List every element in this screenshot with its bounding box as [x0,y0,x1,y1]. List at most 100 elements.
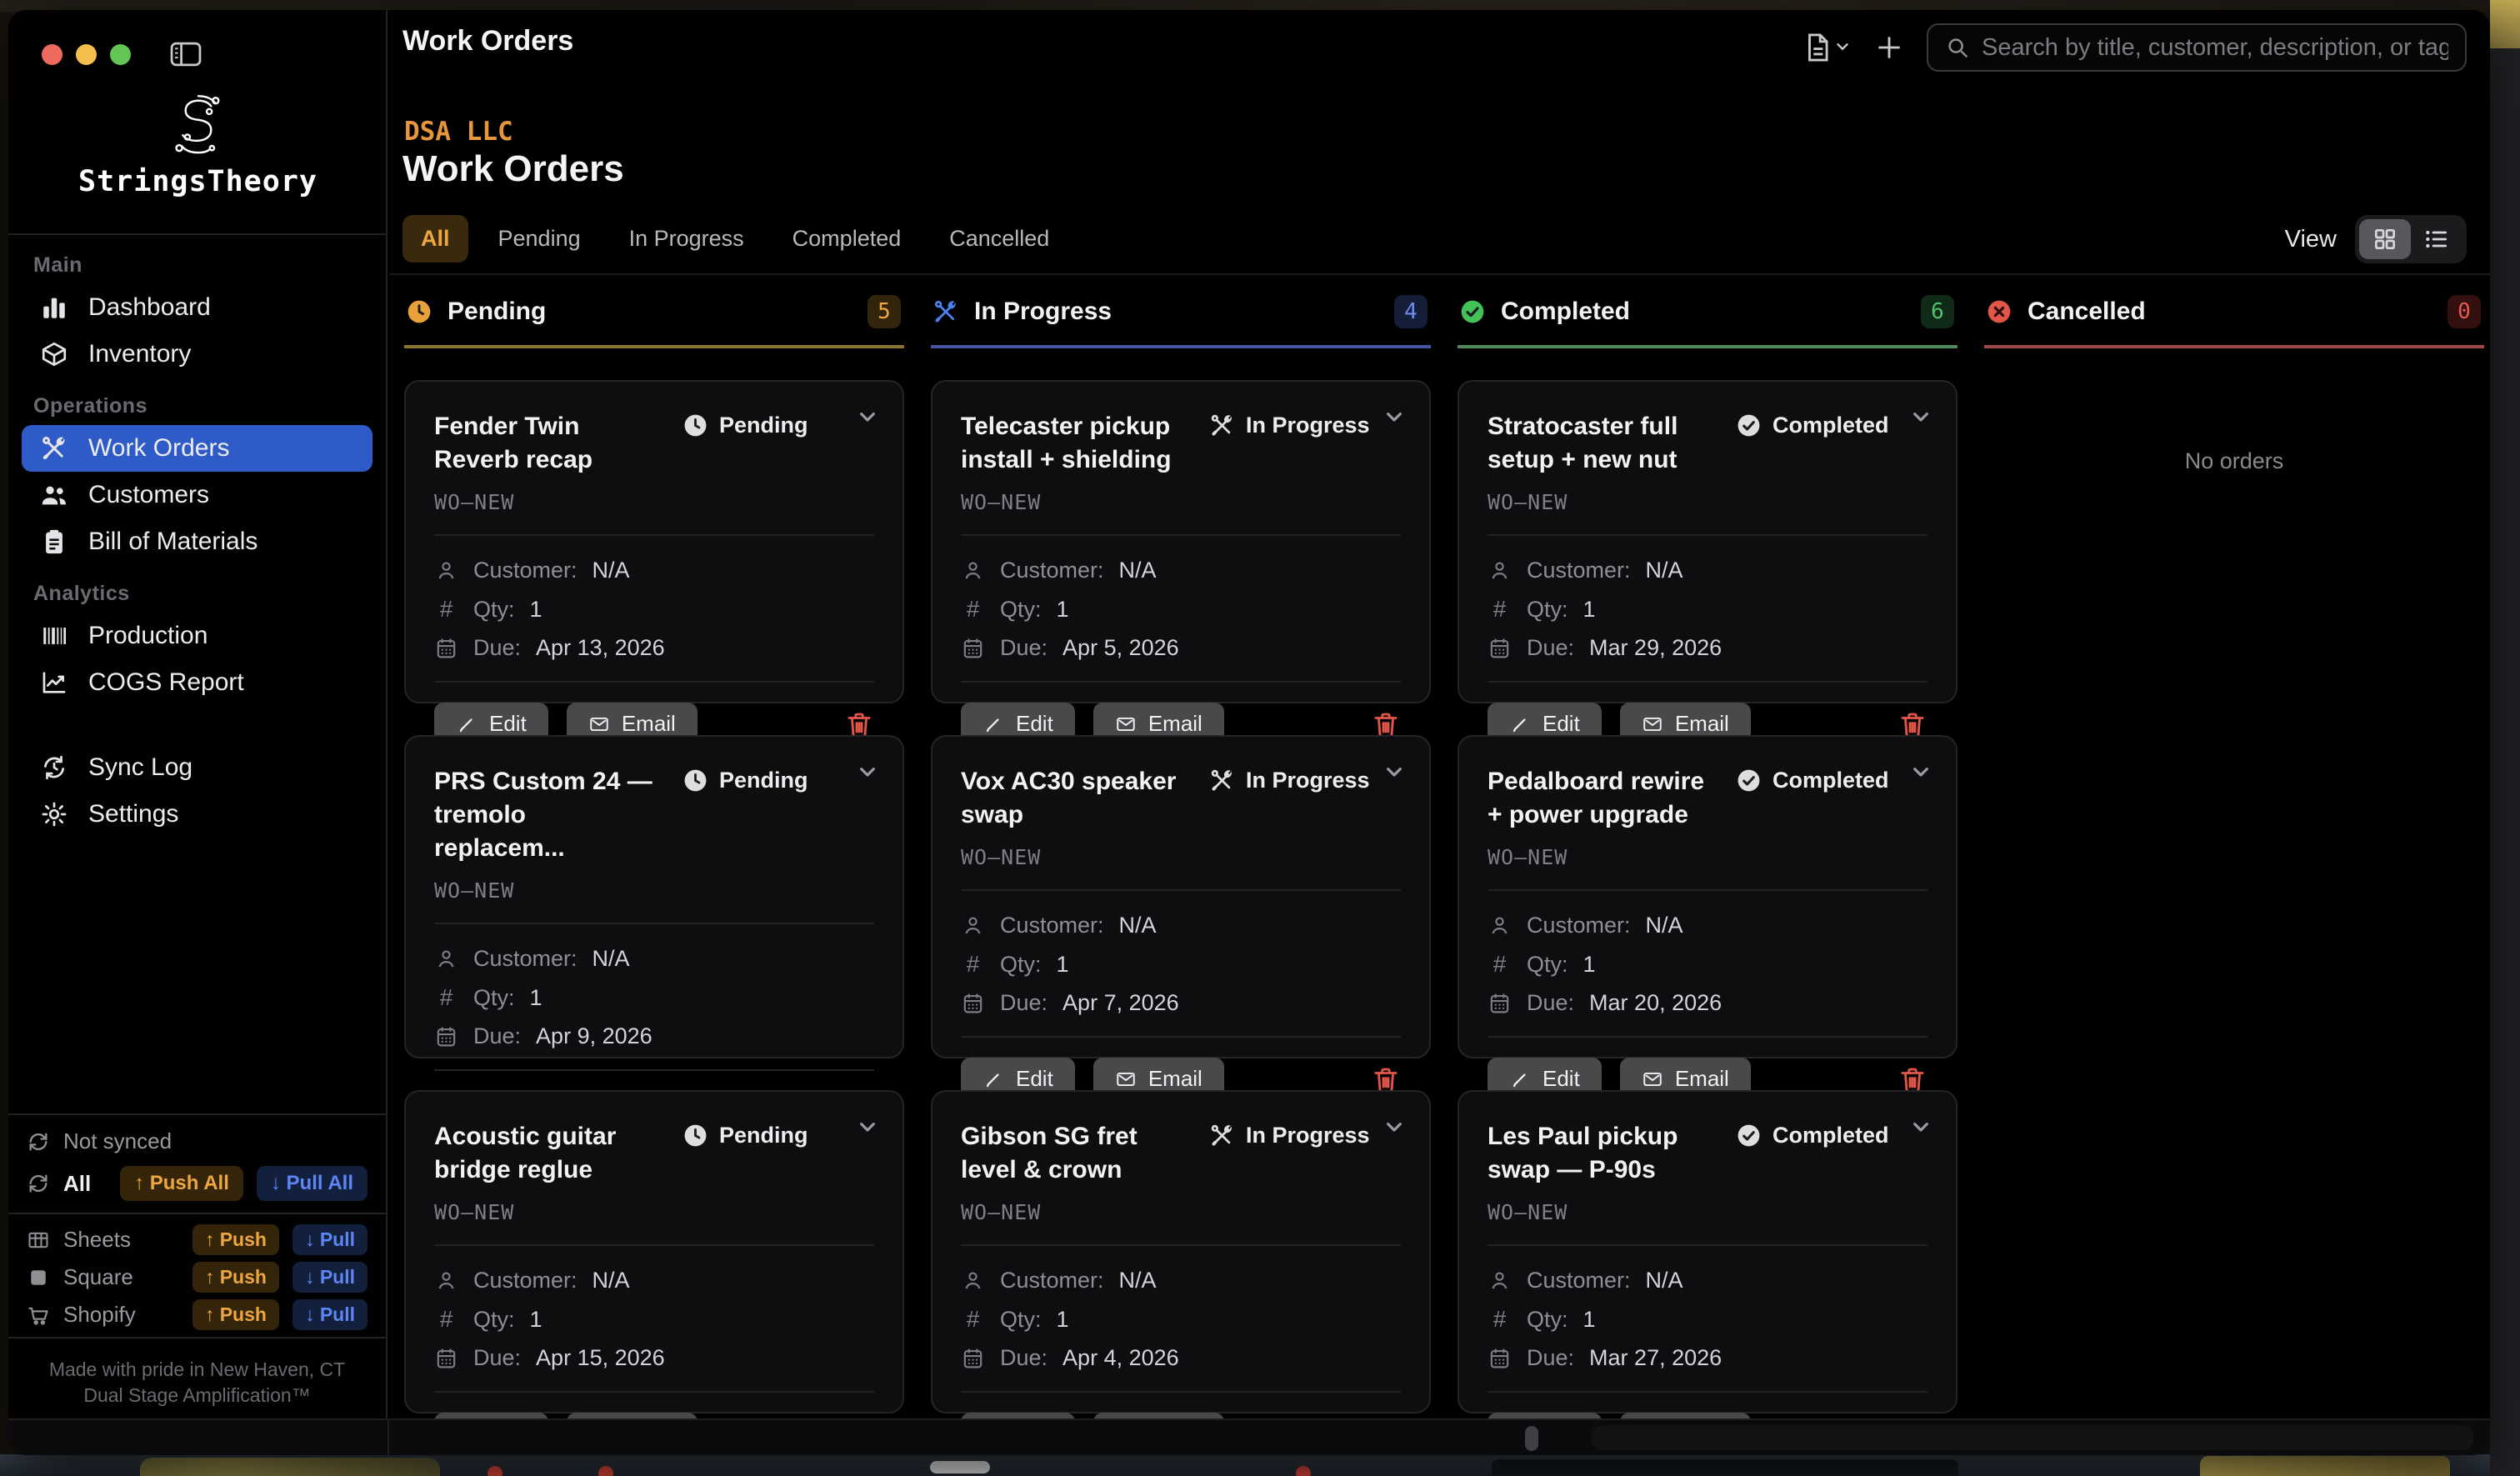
chevron-down-icon[interactable] [1908,1113,1934,1140]
customer-value: N/A [1646,558,1683,583]
export-document-icon[interactable] [1802,32,1852,63]
envelope-icon [1115,1068,1137,1090]
customer-label: Customer: [473,558,578,583]
calendar-icon [434,1346,458,1370]
work-order-code: WO–NEW [961,1200,1401,1224]
card-meta: Customer: N/A # Qty: 1 Due: Mar 27, 2026 [1488,1268,1928,1371]
cart-icon [27,1303,50,1327]
macos-dock[interactable] [0,1454,2490,1476]
sync-target-label: Square [63,1264,133,1290]
work-order-code: WO–NEW [1488,845,1928,869]
customer-value: N/A [1119,1268,1157,1293]
chevron-down-icon[interactable] [854,403,881,430]
divider [961,1244,1401,1246]
edit-button[interactable]: Edit [434,1413,548,1418]
tab-completed[interactable]: Completed [774,215,920,263]
sidebar-item-settings[interactable]: Settings [22,791,372,838]
pencil-icon [456,713,478,735]
qty-value: 1 [1057,597,1069,623]
sidebar-item-sync-log[interactable]: Sync Log [22,744,372,791]
tab-pending[interactable]: Pending [480,215,599,263]
sidebar-item-cogs-report[interactable]: COGS Report [22,659,372,706]
sync-target-label: Sheets [63,1227,131,1253]
zoom-window-button[interactable] [110,44,131,65]
box-icon [40,340,68,368]
sidebar-item-dashboard[interactable]: Dashboard [22,284,372,331]
sidebar-nav: Main Dashboard InventoryOperations Work … [8,237,386,838]
person-icon [434,1268,458,1293]
due-value: Apr 4, 2026 [1062,1345,1179,1371]
sync-target-square: Square ↑ Push ↓ Pull [27,1262,368,1293]
work-order-card: Les Paul pickup swap — P-90s Completed W… [1458,1090,1958,1413]
new-work-order-button[interactable] [1873,32,1905,63]
check-circle-icon [1736,1123,1762,1148]
pencil-icon [1509,1068,1531,1090]
horizontal-scrollbar-track[interactable] [1592,1425,2473,1450]
qty-value: 1 [530,985,542,1011]
push-all-button[interactable]: ↑ Push All [120,1166,243,1201]
column-pending: Pending 5 Fender Twin Reverb recap Pendi… [404,285,904,1418]
divider [8,1213,386,1214]
pull-sheets-button[interactable]: ↓ Pull [292,1224,368,1255]
dock-app-shapes [1492,1459,1958,1476]
pull-square-button[interactable]: ↓ Pull [292,1262,368,1293]
scrollbar-thumb[interactable] [1525,1426,1538,1451]
tab-all[interactable]: All [402,215,468,263]
chevron-down-icon[interactable] [1381,403,1408,430]
minimize-window-button[interactable] [76,44,97,65]
qty-label: Qty: [1527,1307,1568,1333]
tab-in-progress[interactable]: In Progress [611,215,762,263]
barcode-icon [40,622,68,650]
sidebar-item-work-orders[interactable]: Work Orders [22,425,372,472]
clipboard-icon [40,528,68,556]
search-input[interactable] [1982,34,2448,62]
sidebar-item-customers[interactable]: Customers [22,472,372,518]
sync-target-shopify: Shopify ↑ Push ↓ Pull [27,1299,368,1330]
divider [1488,681,1928,683]
qty-value: 1 [530,1307,542,1333]
view-control: View [2285,215,2467,263]
sidebar-item-inventory[interactable]: Inventory [22,331,372,378]
sidebar-item-bill-of-materials[interactable]: Bill of Materials [22,518,372,565]
list-view-icon[interactable] [2411,219,2462,259]
grid-view-icon[interactable] [2359,219,2411,259]
card-status-chip: In Progress [1209,768,1370,793]
tab-cancelled[interactable]: Cancelled [931,215,1068,263]
edit-button[interactable]: Edit [961,1413,1075,1418]
bar-chart-icon [40,293,68,322]
due-value: Mar 20, 2026 [1589,990,1722,1016]
chevron-down-icon[interactable] [854,758,881,785]
email-button[interactable]: Email [1620,1413,1751,1418]
email-button[interactable]: Email [1093,1413,1224,1418]
push-sheets-button[interactable]: ↑ Push [192,1224,279,1255]
x-circle-icon [1986,298,2012,325]
work-order-card: PRS Custom 24 — tremolo replacem... Pend… [404,735,904,1058]
dock-app-blob [140,1458,440,1476]
sync-targets: Sheets ↑ Push ↓ Pull Square ↑ Push ↓ Pul… [27,1224,368,1330]
chevron-down-icon[interactable] [854,1113,881,1140]
edit-button[interactable]: Edit [1488,1413,1602,1418]
column-count-badge: 0 [2448,295,2481,328]
chevron-down-icon[interactable] [1381,1113,1408,1140]
email-button[interactable]: Email [567,1413,698,1418]
due-label: Due: [1527,1345,1574,1371]
chevron-down-icon[interactable] [1381,758,1408,785]
chevron-down-icon[interactable] [1908,403,1934,430]
work-order-code: WO–NEW [434,878,874,903]
chevron-down-icon[interactable] [1908,758,1934,785]
sidebar-item-production[interactable]: Production [22,613,372,659]
nav-section-label: Main [8,237,386,284]
pull-shopify-button[interactable]: ↓ Pull [292,1299,368,1330]
sidebar-toggle-icon[interactable] [170,39,207,69]
main-content: Work Orders DSA LLC Work Orders All Pend… [389,10,2490,1418]
sync-panel: Not synced All ↑ Push All ↓ Pull All She… [8,1113,386,1418]
pencil-icon [1509,713,1531,735]
close-window-button[interactable] [42,44,62,65]
push-square-button[interactable]: ↑ Push [192,1262,279,1293]
pull-all-button[interactable]: ↓ Pull All [257,1166,368,1201]
divider [8,233,386,235]
envelope-icon [1642,713,1663,735]
push-shopify-button[interactable]: ↑ Push [192,1299,279,1330]
sidebar-item-label: Dashboard [88,293,211,322]
search-box [1927,23,2467,72]
